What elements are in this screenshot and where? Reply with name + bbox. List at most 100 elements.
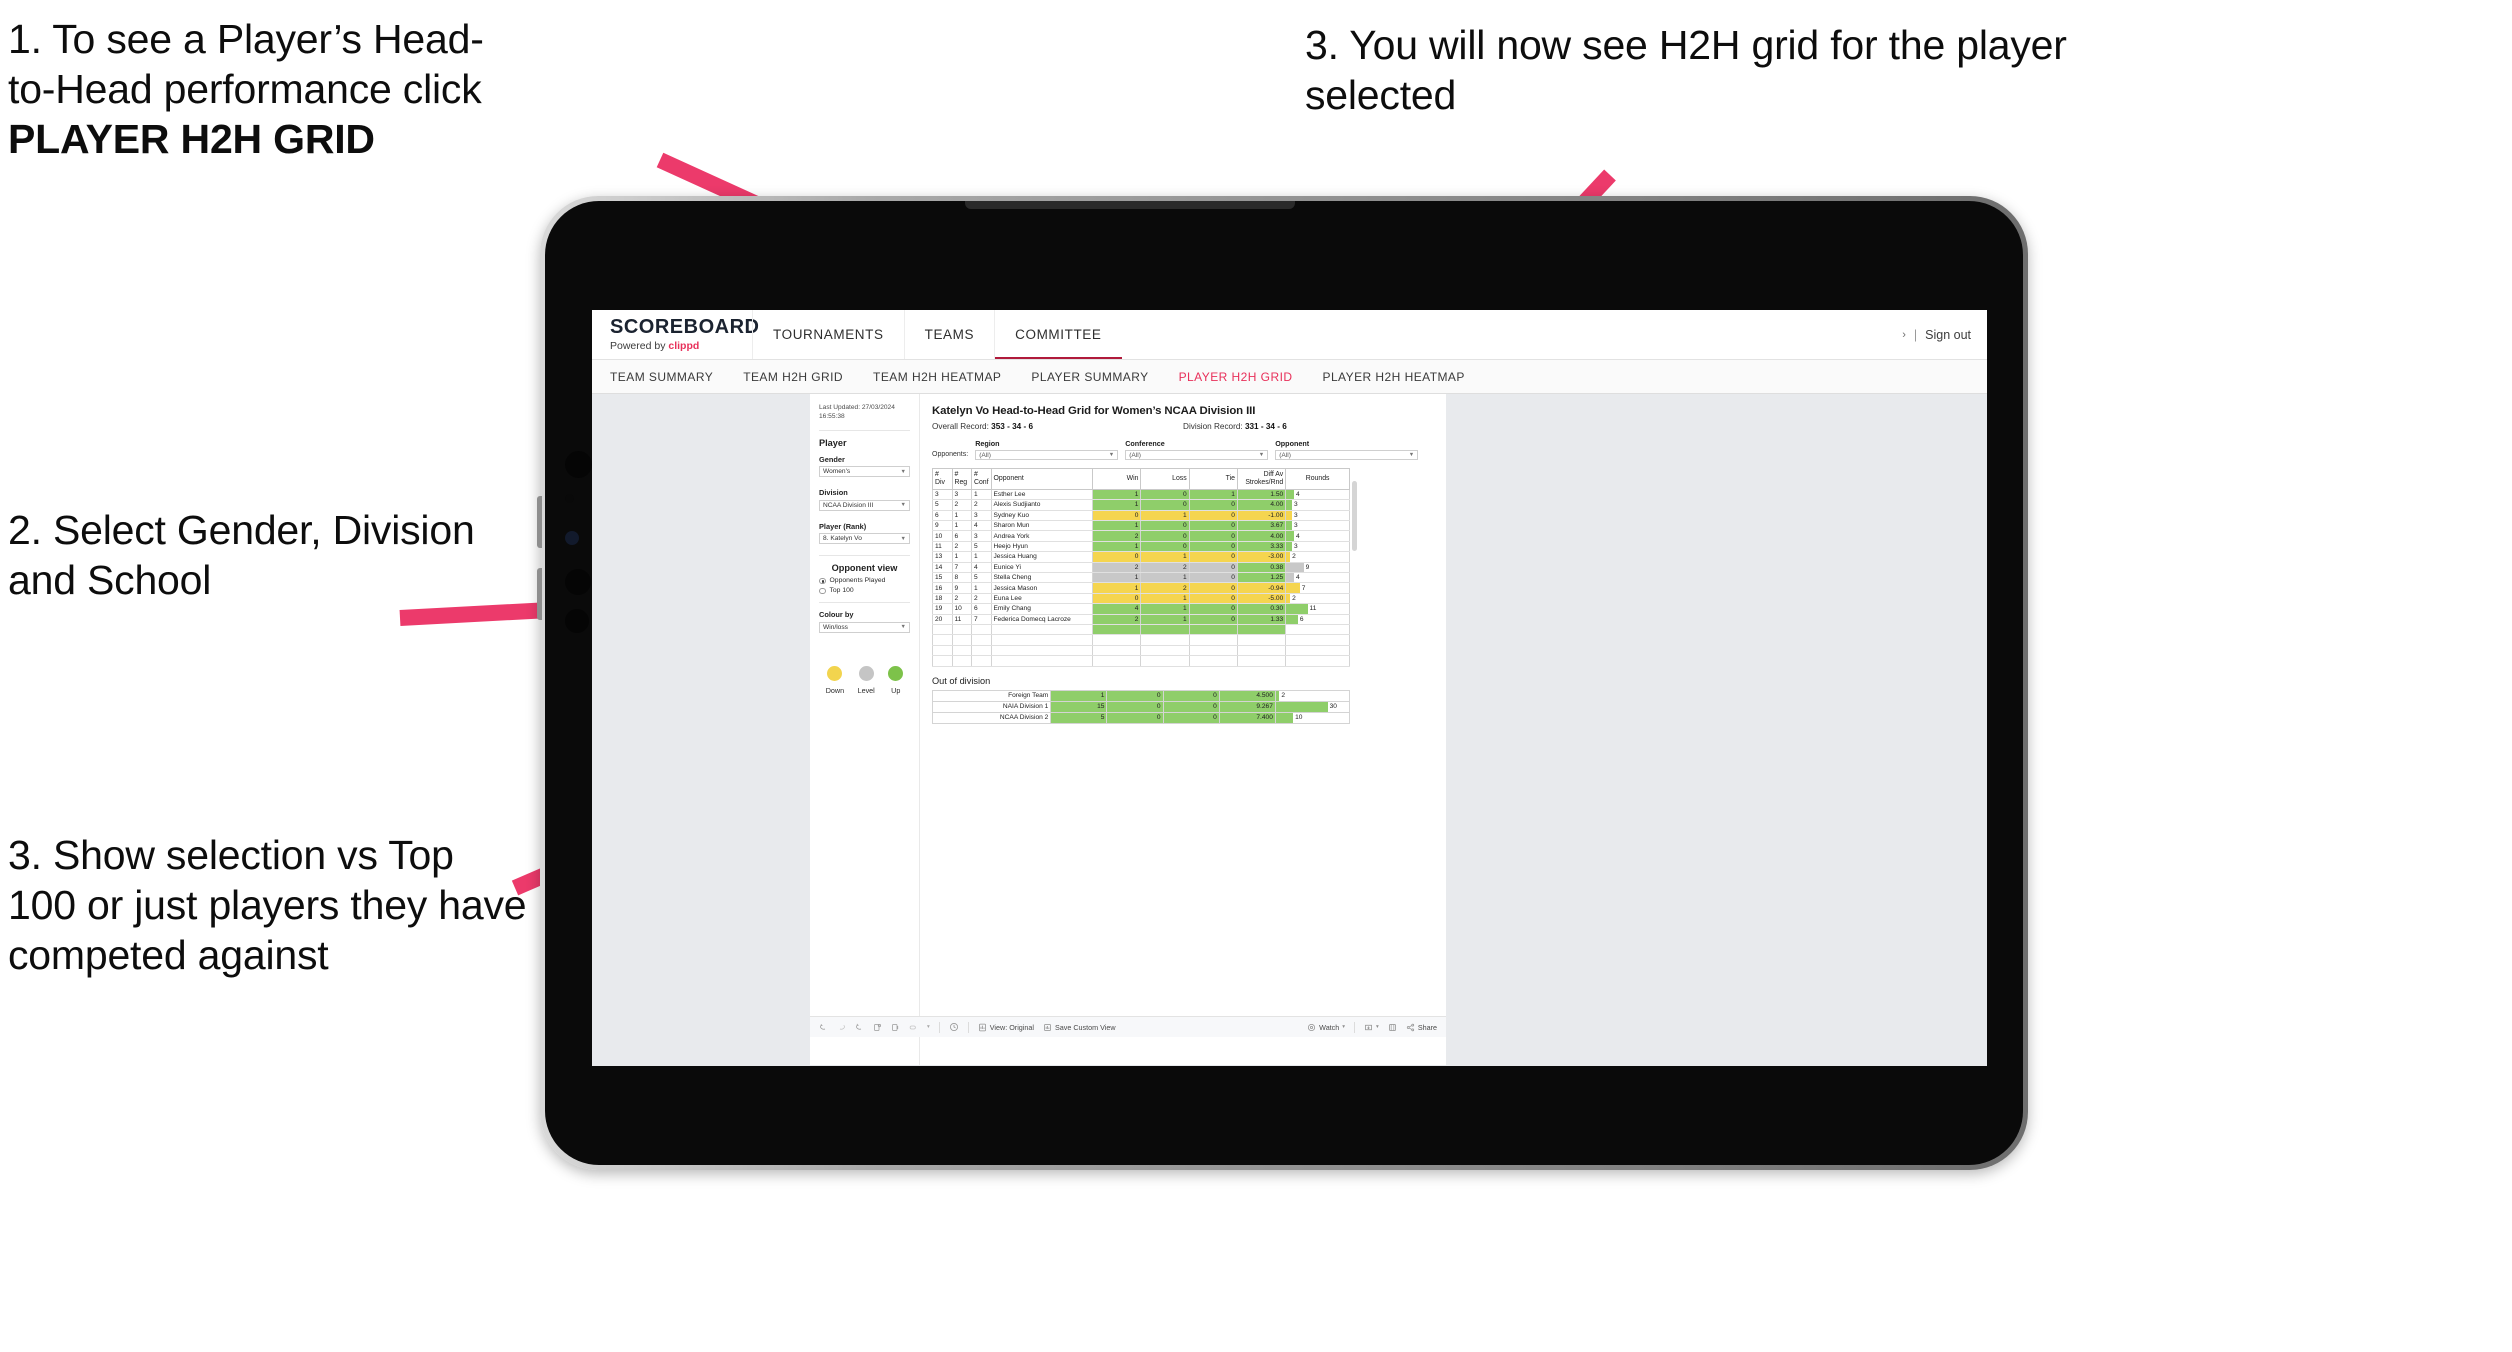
cell-conf: 3 — [971, 510, 992, 522]
cell-div: 18 — [932, 593, 953, 605]
undo-icon[interactable] — [819, 1023, 828, 1032]
cell-conf: 5 — [971, 572, 992, 584]
highlight-icon[interactable] — [909, 1023, 918, 1032]
radio-icon — [819, 577, 826, 585]
cell-tie: 0 — [1188, 614, 1238, 625]
share-button[interactable]: Share — [1406, 1023, 1437, 1032]
table-row[interactable]: 11 2 5 Heejo Hyun 1 0 0 3.33 3 — [932, 541, 1350, 553]
subnav-player-h2h-heatmap[interactable]: PLAYER H2H HEATMAP — [1322, 370, 1464, 384]
page-title: Katelyn Vo Head-to-Head Grid for Women’s… — [932, 405, 1256, 417]
cell-win: 1 — [1092, 520, 1142, 532]
refresh-icon[interactable] — [873, 1023, 882, 1032]
table-row[interactable]: 13 1 1 Jessica Huang 0 1 0 -3.00 2 — [932, 551, 1350, 563]
logo[interactable]: SCOREBOARD Powered by clippd — [592, 310, 759, 359]
watch-button[interactable]: Watch ▾ — [1307, 1023, 1345, 1032]
region-select[interactable]: (All) ▼ — [975, 450, 1119, 460]
header-nav-committee[interactable]: COMMITTEE — [994, 310, 1122, 359]
cell-opponent: Sydney Kuo — [990, 510, 1094, 522]
chevron-down-icon: ▾ — [1376, 1024, 1379, 1030]
table-body: 3 3 1 Esther Lee 1 0 1 1.50 4 5 2 2 Alexis Sudjianto… — [932, 489, 1350, 667]
out-of-division-row[interactable]: Foreign Team 1 0 0 4.500 2 — [931, 689, 1351, 702]
cell-win: 1 — [1092, 582, 1142, 594]
toolbar-divider — [938, 1021, 940, 1033]
table-row[interactable]: 14 7 4 Eunice Yi 2 2 0 0.38 9 — [932, 562, 1350, 574]
radio-opponents-played[interactable]: Opponents Played — [819, 577, 910, 584]
cell-diff: 0.30 — [1236, 603, 1287, 615]
subnav-team-h2h-heatmap[interactable]: TEAM H2H HEATMAP — [873, 370, 1001, 384]
toolbar-caret-icon[interactable]: ▾ — [927, 1024, 930, 1030]
download-button[interactable]: ▾ — [1364, 1023, 1379, 1032]
cell-conf: 1 — [971, 582, 992, 594]
player-rank-select[interactable]: 8. Katelyn Vo ▼ — [819, 533, 910, 545]
cell-loss: 1 — [1140, 572, 1190, 584]
subnav-player-summary[interactable]: PLAYER SUMMARY — [1031, 370, 1148, 384]
cell-opponent: Euna Lee — [990, 593, 1094, 605]
annotation-3: 3. Show selection vs Top 100 or just pla… — [8, 832, 527, 979]
table-row[interactable]: 15 8 5 Stella Cheng 1 1 0 1.25 4 — [932, 572, 1350, 584]
revert-icon[interactable] — [855, 1023, 864, 1032]
subnav-team-summary[interactable]: TEAM SUMMARY — [610, 370, 713, 384]
chevron-right-icon[interactable]: › — [1902, 329, 1906, 341]
cell-loss: 1 — [1140, 593, 1190, 605]
header-nav-teams[interactable]: TEAMS — [903, 310, 995, 359]
subnav-player-h2h-grid[interactable]: PLAYER H2H GRID — [1179, 370, 1293, 384]
divider — [819, 602, 910, 604]
radio-top-100[interactable]: Top 100 — [819, 587, 910, 594]
division-select[interactable]: NCAA Division III ▼ — [819, 499, 910, 511]
table-row[interactable]: 16 9 1 Jessica Mason 1 2 0 -0.94 7 — [932, 582, 1350, 594]
save-custom-view-button[interactable]: Save Custom View — [1043, 1023, 1116, 1032]
cell-conf: 1 — [971, 551, 992, 563]
volume-down-button[interactable] — [537, 568, 542, 620]
table-scrollbar[interactable] — [1352, 481, 1357, 551]
rounds-value: 30 — [1329, 703, 1337, 711]
cell-win: 2 — [1092, 530, 1142, 542]
col-opponent: Opponent — [990, 468, 1094, 490]
opponent-label: Opponent — [1275, 439, 1310, 448]
redo-icon[interactable] — [837, 1023, 846, 1032]
cell-div: 3 — [932, 489, 953, 501]
cell-tie: 0 — [1188, 499, 1238, 511]
sign-out-link[interactable]: Sign out — [1925, 328, 1971, 342]
rounds-bar — [1275, 712, 1294, 723]
opponent-select[interactable]: (All) ▼ — [1275, 450, 1419, 460]
legend-label: Down — [825, 685, 845, 695]
fullscreen-icon[interactable] — [1388, 1023, 1397, 1032]
pause-icon[interactable] — [891, 1023, 900, 1032]
opponent-view-heading: Opponent view — [831, 563, 898, 574]
cell-conf: 4 — [971, 562, 992, 574]
camera-dot-icon — [565, 569, 591, 595]
subnav-team-h2h-grid[interactable]: TEAM H2H GRID — [743, 370, 843, 384]
divider — [819, 429, 910, 431]
table-row[interactable]: 10 6 3 Andrea York 2 0 0 4.00 4 — [932, 530, 1350, 542]
ood-win: 1 — [1050, 689, 1108, 702]
table-row-partial — [932, 624, 1350, 636]
table-row[interactable]: 19 10 6 Emily Chang 4 1 0 0.30 11 — [932, 603, 1350, 615]
tablet-device: SCOREBOARD Powered by clippd TOURNAMENTS… — [537, 196, 2028, 1170]
table-row-empty — [932, 645, 1350, 657]
division-value: NCAA Division III — [823, 501, 874, 509]
cell-conf: 6 — [971, 603, 992, 615]
cell-rounds: 3 — [1285, 499, 1350, 511]
ood-tie: 0 — [1162, 700, 1220, 713]
out-of-division-row[interactable]: NAIA Division 1 15 0 0 9.267 30 — [931, 700, 1351, 713]
ood-win: 15 — [1050, 700, 1108, 713]
table-row[interactable]: 3 3 1 Esther Lee 1 0 1 1.50 4 — [932, 489, 1350, 501]
gender-select[interactable]: Women's ▼ — [819, 466, 910, 478]
table-row[interactable]: 6 1 3 Sydney Kuo 0 1 0 -1.00 3 — [932, 510, 1350, 522]
table-row[interactable]: 9 1 4 Sharon Mun 1 0 0 3.67 3 — [932, 520, 1350, 532]
header-nav-tournaments[interactable]: TOURNAMENTS — [752, 310, 904, 359]
colour-by-select[interactable]: Win/loss ▼ — [819, 621, 910, 633]
cell-rounds: 7 — [1285, 582, 1350, 594]
front-camera-icon — [565, 451, 592, 478]
volume-up-button[interactable] — [537, 496, 542, 548]
cell-loss: 0 — [1140, 530, 1190, 542]
view-original-button[interactable]: View: Original — [978, 1023, 1034, 1032]
table-row[interactable]: 18 2 2 Euna Lee 0 1 0 -5.00 2 — [932, 593, 1350, 605]
out-of-division-row[interactable]: NCAA Division 2 5 0 0 7.400 10 — [931, 711, 1351, 724]
ood-loss: 0 — [1106, 689, 1164, 702]
clock-icon[interactable] — [949, 1022, 959, 1032]
conference-select[interactable]: (All) ▼ — [1125, 450, 1269, 460]
table-row[interactable]: 20 11 7 Federica Domecq Lacroze 2 1 0 1.33 6 — [932, 614, 1350, 625]
table-row[interactable]: 5 2 2 Alexis Sudjianto 1 0 0 4.00 3 — [932, 499, 1350, 511]
cell-rounds: 9 — [1285, 562, 1350, 574]
